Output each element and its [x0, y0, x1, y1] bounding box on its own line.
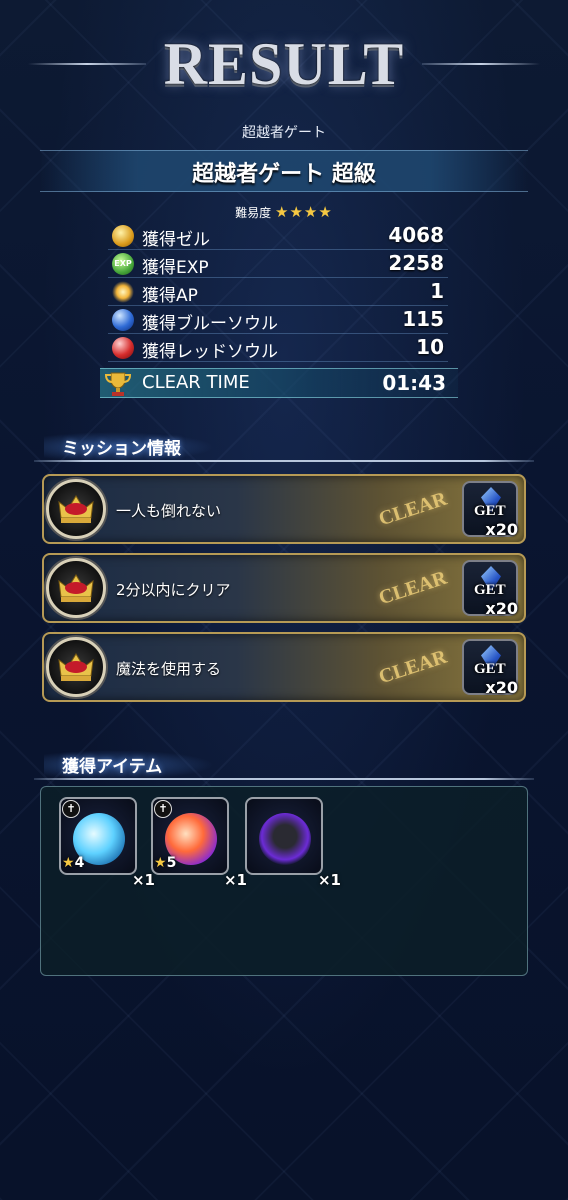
- dark-crystal-icon: [259, 813, 311, 865]
- clear-time-row: CLEAR TIME 01:43: [100, 368, 458, 398]
- reward-get-label: GET: [474, 661, 506, 677]
- section-divider: [34, 460, 534, 462]
- difficulty-stars: ★★★★: [275, 203, 333, 221]
- reward-count: x20: [485, 599, 518, 618]
- items-panel: ✝ ★4 ×1 ✝ ★5 ×1 ×1: [40, 786, 528, 976]
- mission-text: 一人も倒れない: [116, 502, 222, 520]
- items-section-header: 獲得アイテム: [34, 748, 534, 782]
- item-dark-crystal[interactable]: ×1: [245, 797, 341, 889]
- reward-get-label: GET: [474, 503, 506, 519]
- item-quantity: ×1: [317, 871, 341, 889]
- stat-value: 115: [402, 307, 444, 331]
- reward-get-box[interactable]: GET x20: [462, 639, 518, 697]
- result-screen: RESULT 超越者ゲート 超越者ゲート 超級 難易度 ★★★★ 獲得ゼル 40…: [0, 0, 568, 1200]
- stat-label: 獲得ブルーソウル: [142, 314, 278, 334]
- crown-medal-icon: [46, 637, 106, 697]
- stat-row-red-soul: 獲得レッドソウル 10: [108, 334, 448, 362]
- stat-label: 獲得ゼル: [142, 230, 210, 250]
- reward-get-label: GET: [474, 582, 506, 598]
- difficulty-label: 難易度: [235, 206, 272, 220]
- item-ice-sphere[interactable]: ✝ ★4 ×1: [59, 797, 155, 889]
- trophy-icon: [104, 372, 132, 396]
- reward-get-box[interactable]: GET x20: [462, 560, 518, 618]
- difficulty-rating: 難易度 ★★★★: [0, 203, 568, 221]
- stat-label: 獲得AP: [142, 286, 198, 306]
- result-title-bar: RESULT: [0, 30, 568, 100]
- mission-text: 魔法を使用する: [116, 660, 222, 678]
- missions-section-header: ミッション情報: [34, 430, 534, 464]
- blue-soul-icon: [112, 309, 134, 331]
- quest-category: 超越者ゲート: [242, 125, 326, 141]
- crown-medal-icon: [46, 558, 106, 618]
- mission-text: 2分以内にクリア: [116, 581, 231, 599]
- item-fire-sphere[interactable]: ✝ ★5 ×1: [151, 797, 247, 889]
- quest-name: 超越者ゲート 超級: [192, 162, 376, 187]
- ap-icon: [112, 281, 134, 303]
- missions-header-text: ミッション情報: [62, 439, 181, 459]
- stat-value: 10: [416, 335, 444, 359]
- reward-get-box[interactable]: GET x20: [462, 481, 518, 539]
- stat-value: 2258: [388, 251, 444, 275]
- stat-value: 1: [430, 279, 444, 303]
- red-soul-icon: [112, 337, 134, 359]
- zel-coin-icon: [112, 225, 134, 247]
- mission-card[interactable]: 2分以内にクリア CLEAR GET x20: [42, 553, 526, 623]
- mission-card[interactable]: 魔法を使用する CLEAR GET x20: [42, 632, 526, 702]
- stat-label: 獲得レッドソウル: [142, 342, 278, 362]
- item-rarity: ★4: [62, 855, 85, 871]
- reward-count: x20: [485, 520, 518, 539]
- result-title: RESULT: [163, 31, 405, 97]
- sphere-type-icon: ✝: [62, 800, 80, 818]
- stat-row-zel: 獲得ゼル 4068: [108, 222, 448, 250]
- item-frame: [245, 797, 323, 875]
- exp-icon: EXP: [112, 253, 134, 275]
- mission-card[interactable]: 一人も倒れない CLEAR GET x20: [42, 474, 526, 544]
- stat-row-exp: EXP 獲得EXP 2258: [108, 250, 448, 278]
- reward-count: x20: [485, 678, 518, 697]
- stat-row-blue-soul: 獲得ブルーソウル 115: [108, 306, 448, 334]
- clear-time-label: CLEAR TIME: [142, 372, 250, 393]
- stat-row-ap: 獲得AP 1: [108, 278, 448, 306]
- sphere-type-icon: ✝: [154, 800, 172, 818]
- crown-medal-icon: [46, 479, 106, 539]
- clear-time-value: 01:43: [382, 371, 446, 395]
- clear-stamp: CLEAR: [376, 566, 450, 610]
- stat-value: 4068: [388, 223, 444, 247]
- item-quantity: ×1: [223, 871, 247, 889]
- clear-stamp: CLEAR: [376, 645, 450, 689]
- item-rarity: ★5: [154, 855, 177, 871]
- section-divider: [34, 778, 534, 780]
- stat-label: 獲得EXP: [142, 258, 209, 278]
- clear-stamp: CLEAR: [376, 487, 450, 531]
- items-header-text: 獲得アイテム: [62, 757, 163, 777]
